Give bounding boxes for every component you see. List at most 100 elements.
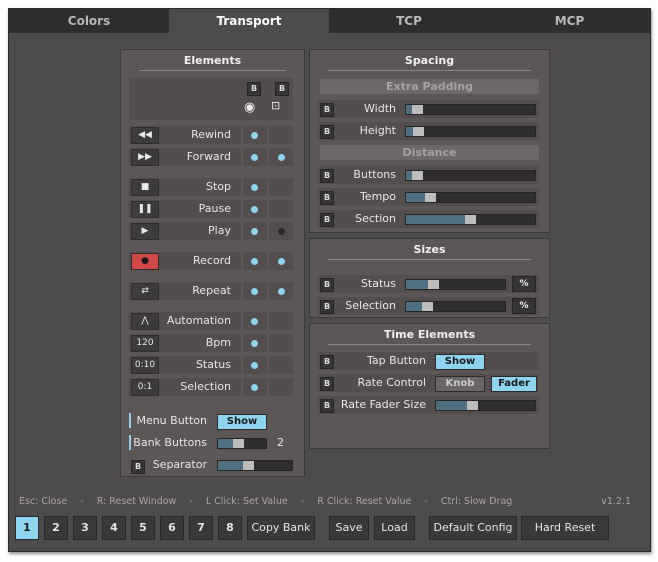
b-all-visibility-button[interactable]: B: [247, 82, 261, 96]
tempo-slider[interactable]: [405, 192, 536, 203]
slider-handle[interactable]: [467, 401, 478, 410]
visibility-toggle[interactable]: [251, 258, 258, 265]
element-record-button[interactable]: ●: [131, 253, 159, 270]
tab-bar: Colors Transport TCP MCP: [9, 9, 650, 33]
pause-icon: ❚❚: [137, 204, 153, 214]
slider-handle[interactable]: [422, 302, 433, 311]
bank-buttons-slider[interactable]: [217, 438, 267, 449]
element-stop-button[interactable]: ■: [131, 179, 159, 196]
tempo-b-button[interactable]: B: [320, 191, 334, 205]
tab-tcp[interactable]: TCP: [329, 9, 489, 33]
buttons-slider[interactable]: [405, 170, 536, 181]
visibility-toggle[interactable]: [251, 154, 258, 161]
visibility-toggle[interactable]: [251, 318, 258, 325]
bank-5-button[interactable]: 5: [131, 516, 155, 540]
tap-button-b-button[interactable]: B: [320, 355, 334, 369]
selection-percent-button[interactable]: %: [512, 298, 536, 314]
element-pause-button[interactable]: ❚❚: [131, 201, 159, 218]
fader-option[interactable]: Fader: [491, 376, 537, 392]
slider-handle[interactable]: [243, 461, 254, 470]
bank-2-button[interactable]: 2: [44, 516, 68, 540]
visibility-toggle[interactable]: [251, 206, 258, 213]
section-slider[interactable]: [405, 214, 536, 225]
visibility-toggle[interactable]: [251, 132, 258, 139]
visibility-toggle[interactable]: [251, 288, 258, 295]
rate-control-b-button[interactable]: B: [320, 377, 334, 391]
distance-header: Distance: [320, 145, 539, 160]
slider-handle[interactable]: [413, 127, 424, 136]
help-sep: -: [424, 496, 428, 507]
default-config-button[interactable]: Default Config: [429, 516, 517, 540]
element-repeat-button[interactable]: ⇄: [131, 283, 159, 300]
element-bpm-button[interactable]: 120: [131, 335, 159, 352]
rate-fader-size-slider[interactable]: [435, 400, 536, 411]
rate-fader-size-b-button[interactable]: B: [320, 399, 334, 413]
visibility-toggle[interactable]: [251, 384, 258, 391]
layout-toggle[interactable]: [278, 154, 285, 161]
element-status-button[interactable]: 0:10: [131, 357, 159, 374]
bank-1-button[interactable]: 1: [15, 516, 39, 540]
copy-bank-button[interactable]: Copy Bank: [247, 516, 315, 540]
tab-colors[interactable]: Colors: [9, 9, 169, 33]
bank-6-button[interactable]: 6: [160, 516, 184, 540]
status-size-slider[interactable]: [405, 279, 506, 290]
save-button[interactable]: Save: [329, 516, 369, 540]
element-rewind-button[interactable]: ◀◀: [131, 127, 159, 144]
element-label: Rewind: [191, 128, 231, 141]
status-b-button[interactable]: B: [320, 278, 334, 292]
width-slider[interactable]: [405, 104, 536, 115]
hard-reset-button[interactable]: Hard Reset: [521, 516, 609, 540]
slider-handle[interactable]: [233, 439, 244, 448]
menu-button-label: Menu Button: [136, 414, 207, 427]
element-automation-button[interactable]: ⋀: [131, 313, 159, 330]
visibility-toggle[interactable]: [251, 184, 258, 191]
element-selection-button[interactable]: 0:1: [131, 379, 159, 396]
bank-indicator: [129, 435, 131, 450]
bank-4-button[interactable]: 4: [102, 516, 126, 540]
height-slider[interactable]: [405, 126, 536, 137]
tab-mcp[interactable]: MCP: [489, 9, 650, 33]
slider-handle[interactable]: [412, 105, 423, 114]
section-b-button[interactable]: B: [320, 213, 334, 227]
repeat-icon: ⇄: [141, 286, 149, 296]
load-button[interactable]: Load: [374, 516, 415, 540]
tap-button-toggle[interactable]: Show: [435, 354, 485, 370]
help-sep: -: [189, 496, 193, 507]
layout-toggle[interactable]: [278, 288, 285, 295]
slider-handle[interactable]: [412, 171, 423, 180]
knob-option[interactable]: Knob: [435, 376, 485, 392]
element-play-button[interactable]: ▶: [131, 223, 159, 240]
visibility-toggle[interactable]: [251, 340, 258, 347]
help-bar: Esc: Close - R: Reset Window - L Click: …: [19, 496, 639, 507]
header-area: [129, 78, 293, 120]
slider-handle[interactable]: [428, 280, 439, 289]
section-label: Section: [355, 212, 396, 225]
selection-b-button[interactable]: B: [320, 300, 334, 314]
row-bg: [269, 126, 293, 144]
bank-3-button[interactable]: 3: [73, 516, 97, 540]
selection-size-slider[interactable]: [405, 301, 506, 312]
bank-7-button[interactable]: 7: [189, 516, 213, 540]
rewind-icon: ◀◀: [138, 130, 152, 140]
visibility-toggle[interactable]: [251, 228, 258, 235]
visibility-toggle[interactable]: [251, 362, 258, 369]
extra-padding-header: Extra Padding: [320, 79, 539, 94]
b-all-layout-button[interactable]: B: [275, 82, 289, 96]
tab-transport[interactable]: Transport: [169, 9, 329, 33]
width-b-button[interactable]: B: [320, 103, 334, 117]
layout-toggle[interactable]: [278, 228, 285, 235]
menu-indicator: [129, 413, 131, 428]
height-b-button[interactable]: B: [320, 125, 334, 139]
element-forward-button[interactable]: ▶▶: [131, 149, 159, 166]
help-r: R: Reset Window: [96, 496, 177, 507]
menu-button-toggle[interactable]: Show: [217, 414, 267, 430]
separator-b-button[interactable]: B: [131, 460, 145, 474]
bank-8-button[interactable]: 8: [218, 516, 242, 540]
slider-handle[interactable]: [425, 193, 436, 202]
buttons-b-button[interactable]: B: [320, 169, 334, 183]
layout-toggle[interactable]: [278, 258, 285, 265]
slider-handle[interactable]: [465, 215, 476, 224]
separator-slider[interactable]: [217, 460, 293, 471]
status-percent-button[interactable]: %: [512, 276, 536, 292]
status-icon: 0:10: [134, 360, 156, 370]
